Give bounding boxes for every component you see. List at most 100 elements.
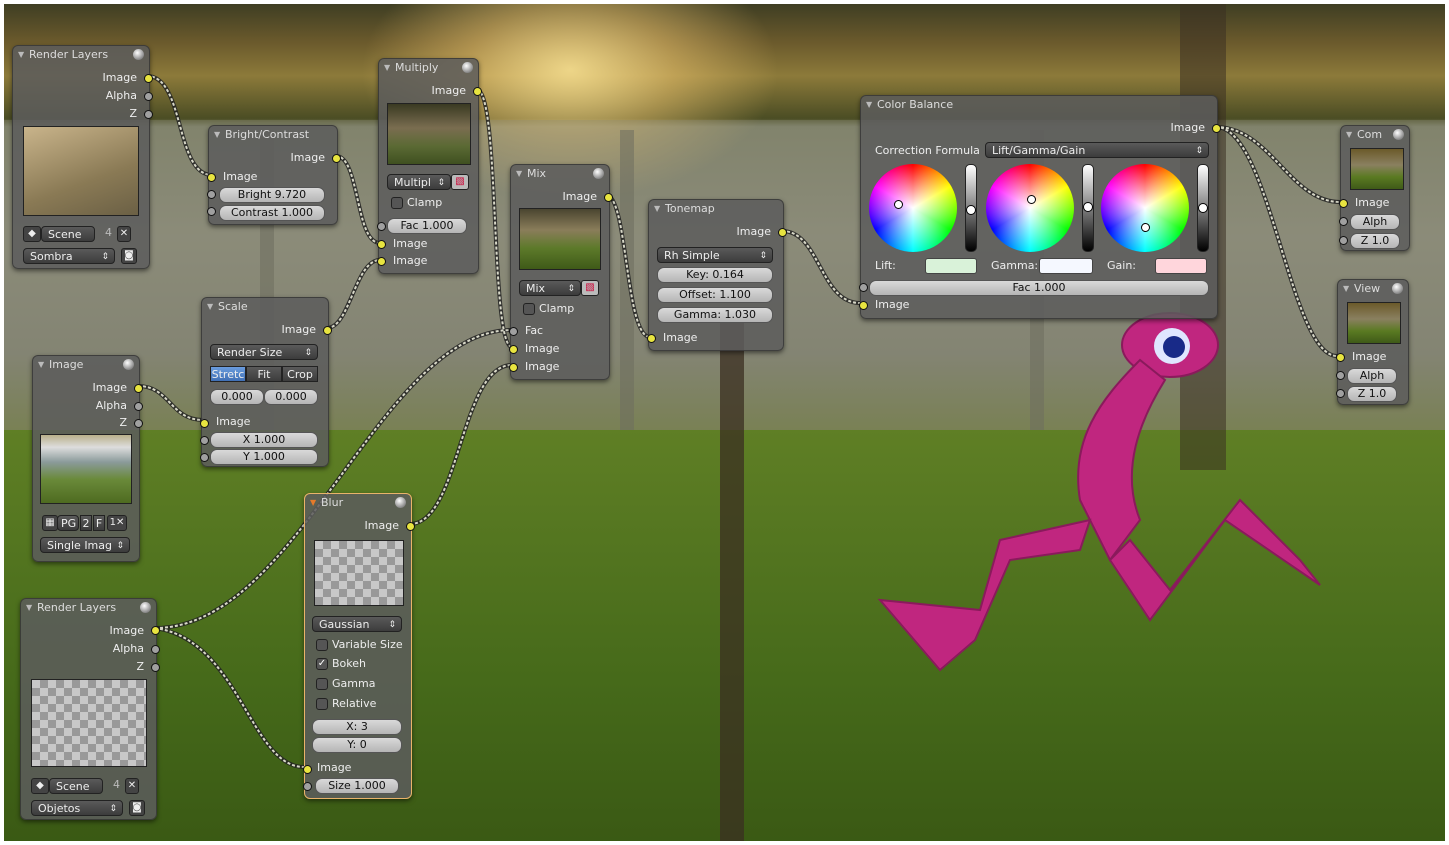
node-header[interactable]: ▼ Com: [1341, 126, 1409, 144]
preview-toggle-icon[interactable]: [140, 602, 151, 613]
image-input-socket[interactable]: [509, 363, 518, 372]
offset-field[interactable]: Offset: 1.100: [657, 287, 773, 303]
close-icon[interactable]: ✕: [117, 226, 131, 242]
collapse-arrow-icon[interactable]: ▼: [26, 599, 32, 617]
node-header[interactable]: ▼ View: [1338, 280, 1408, 298]
node-composite[interactable]: ▼ Com Image Alph Z 1.0: [1339, 125, 1410, 251]
node-header[interactable]: ▼ Render Layers: [13, 46, 149, 64]
node-render-layers-objetos[interactable]: ▼ Render Layers Image Alpha Z ◆ Scene 4 ✕…: [20, 598, 160, 820]
fit-mode-button[interactable]: Fit: [246, 366, 282, 382]
relative-checkbox[interactable]: [316, 698, 328, 710]
gain-color-wheel[interactable]: [1101, 164, 1189, 252]
image-input-socket[interactable]: [377, 257, 386, 266]
x-input-socket[interactable]: [200, 436, 209, 445]
lift-color-wheel[interactable]: [869, 164, 957, 252]
node-render-layers-sombra[interactable]: ▼ Render Layers Image Alpha Z ◆ Scene 4 ✕…: [12, 45, 153, 269]
node-multiply[interactable]: ▼ Multiply Image Multipl ⇕ ▧ Clamp Fac 1.0…: [377, 58, 482, 274]
alpha-input-socket[interactable]: [1336, 371, 1345, 380]
camera-icon[interactable]: ◙: [121, 248, 137, 264]
collapse-arrow-icon[interactable]: ▼: [866, 96, 872, 114]
image-input-socket[interactable]: [207, 173, 216, 182]
z-field[interactable]: Z 1.0: [1350, 233, 1400, 249]
alpha-output-socket[interactable]: [134, 402, 143, 411]
blend-type-dropdown[interactable]: Multipl ⇕: [387, 174, 451, 190]
image-input-socket[interactable]: [509, 345, 518, 354]
image-output-socket[interactable]: [1212, 124, 1221, 133]
fac-field[interactable]: Fac 1.000: [387, 218, 467, 234]
node-header[interactable]: ▼ Image: [33, 356, 139, 374]
clamp-checkbox[interactable]: [391, 197, 403, 209]
blend-type-dropdown[interactable]: Mix ⇕: [519, 280, 581, 296]
image-input-socket[interactable]: [303, 765, 312, 774]
offset-x-field[interactable]: 0.000: [210, 389, 264, 405]
preview-toggle-icon[interactable]: [462, 62, 473, 73]
collapse-arrow-icon[interactable]: ▼: [654, 200, 660, 218]
offset-y-field[interactable]: 0.000: [264, 389, 318, 405]
z-output-socket[interactable]: [134, 419, 143, 428]
correction-formula-dropdown[interactable]: Lift/Gamma/Gain ⇕: [985, 142, 1209, 158]
gamma-value-knob[interactable]: [1083, 202, 1093, 212]
node-header[interactable]: ▼ Render Layers: [21, 599, 156, 617]
collapse-arrow-icon[interactable]: ▼: [1343, 280, 1349, 298]
fac-input-socket[interactable]: [509, 327, 518, 336]
image-output-socket[interactable]: [604, 193, 613, 202]
preview-toggle-icon[interactable]: [1393, 129, 1404, 140]
z-field[interactable]: Z 1.0: [1347, 386, 1397, 402]
node-blur[interactable]: ▼ Blur Image Gaussian ⇕ Variable Size ✓ Bo…: [303, 493, 415, 799]
close-icon[interactable]: ✕: [125, 778, 139, 794]
bokeh-checkbox[interactable]: ✓: [316, 658, 328, 670]
scene-selector[interactable]: Scene: [49, 778, 103, 794]
fac-input-socket[interactable]: [377, 222, 386, 231]
image-output-socket[interactable]: [778, 228, 787, 237]
gamma-wheel-cursor[interactable]: [1027, 195, 1036, 204]
filter-type-dropdown[interactable]: Gaussian ⇕: [312, 616, 402, 632]
image-input-socket[interactable]: [859, 301, 868, 310]
image-output-socket[interactable]: [134, 384, 143, 393]
node-bright-contrast[interactable]: ▼ Bright/Contrast Image Image Bright 9.72…: [207, 125, 341, 225]
size-x-field[interactable]: X: 3: [312, 719, 402, 735]
gamma-color-wheel[interactable]: [986, 164, 1074, 252]
collapse-arrow-icon[interactable]: ▼: [18, 46, 24, 64]
preview-toggle-icon[interactable]: [133, 49, 144, 60]
fake-user-button[interactable]: F: [93, 515, 105, 531]
z-input-socket[interactable]: [1339, 236, 1348, 245]
alpha-output-socket[interactable]: [151, 645, 160, 654]
fac-field[interactable]: Fac 1.000: [869, 280, 1209, 296]
node-color-balance[interactable]: ▼ Color Balance Image Correction Formula …: [859, 95, 1221, 319]
image-output-socket[interactable]: [473, 87, 482, 96]
gamma-field[interactable]: Gamma: 1.030: [657, 307, 773, 323]
lift-value-knob[interactable]: [966, 205, 976, 215]
collapse-arrow-icon[interactable]: ▼: [38, 356, 44, 374]
gain-value-knob[interactable]: [1198, 203, 1208, 213]
image-input-socket[interactable]: [1336, 353, 1345, 362]
node-header[interactable]: ▼ Blur: [305, 494, 411, 512]
contrast-field[interactable]: Contrast 1.000: [219, 205, 325, 221]
contrast-input-socket[interactable]: [207, 207, 216, 216]
space-dropdown[interactable]: Render Size ⇕: [210, 344, 318, 360]
node-header[interactable]: ▼ Bright/Contrast: [209, 126, 337, 144]
image-browse-icon[interactable]: ▦: [42, 515, 58, 531]
bright-input-socket[interactable]: [207, 190, 216, 199]
node-header[interactable]: ▼ Color Balance: [861, 96, 1217, 114]
crop-mode-button[interactable]: Crop: [282, 366, 318, 382]
camera-icon[interactable]: ◙: [129, 800, 145, 816]
alpha-toggle-icon[interactable]: ▧: [581, 280, 599, 296]
z-output-socket[interactable]: [144, 110, 153, 119]
node-tonemap[interactable]: ▼ Tonemap Image Rh Simple ⇕ Key: 0.164 Off…: [647, 199, 787, 351]
collapse-arrow-icon[interactable]: ▼: [310, 494, 316, 512]
collapse-arrow-icon[interactable]: ▼: [516, 165, 522, 183]
scene-selector[interactable]: Scene: [41, 226, 95, 242]
y-input-socket[interactable]: [200, 453, 209, 462]
unlink-icon[interactable]: 1✕: [107, 515, 127, 531]
image-output-socket[interactable]: [323, 326, 332, 335]
image-input-socket[interactable]: [200, 419, 209, 428]
bright-field[interactable]: Bright 9.720: [219, 187, 325, 203]
gain-color-swatch[interactable]: [1155, 258, 1207, 274]
scene-icon[interactable]: ◆: [23, 226, 41, 242]
collapse-arrow-icon[interactable]: ▼: [207, 298, 213, 316]
image-input-socket[interactable]: [647, 334, 656, 343]
alpha-field[interactable]: Alph: [1347, 368, 1397, 384]
collapse-arrow-icon[interactable]: ▼: [214, 126, 220, 144]
user-count[interactable]: 2: [80, 515, 92, 531]
image-source-dropdown[interactable]: Single Imag ⇕: [40, 537, 130, 553]
